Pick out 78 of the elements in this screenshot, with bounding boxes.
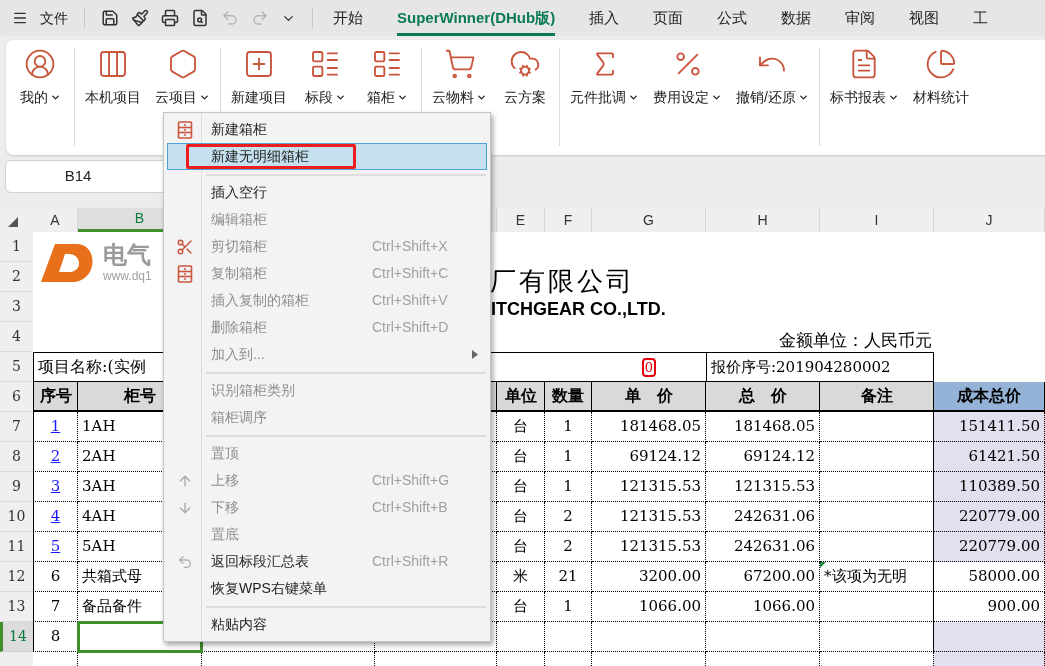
table-cell: 1: [545, 442, 592, 472]
ribbon-tab[interactable]: 数据: [781, 0, 812, 36]
column-heading: 数量: [545, 382, 592, 412]
ribbon-tab[interactable]: 页面: [653, 0, 684, 36]
project-name: 项目名称:(实例: [38, 356, 146, 378]
ribbon-button[interactable]: 费用设定: [649, 48, 726, 146]
ribbon-button[interactable]: 云方案: [497, 48, 553, 146]
table-cell: 121315.53: [592, 532, 706, 562]
company-name-english: ITCHGEAR CO.,LTD.: [491, 298, 666, 321]
table-cell: 1066.00: [706, 592, 820, 622]
table-cell: 21: [545, 562, 592, 592]
table-cell: 8: [33, 622, 78, 652]
table-cell: 242631.06: [706, 532, 820, 562]
ribbon-button[interactable]: 标书报表: [825, 48, 903, 146]
table-cell: 1: [545, 592, 592, 622]
ribbon-tab[interactable]: 工: [973, 0, 989, 36]
company-logo: 电气 www.dq1: [37, 238, 152, 286]
ribbon-button[interactable]: 本机项目: [81, 48, 145, 146]
column-heading: 成本总价: [934, 382, 1045, 412]
table-cell: 台: [497, 592, 545, 622]
table-cell: 121315.53: [592, 502, 706, 532]
table-cell: 58000.00: [934, 562, 1045, 592]
ribbon-tab[interactable]: 插入: [589, 0, 620, 36]
ribbon-tab[interactable]: SuperWinner(DHub版): [397, 0, 556, 36]
table-cell: 1066.00: [592, 592, 706, 622]
table-cell: 台: [497, 532, 545, 562]
table-cell: 1: [33, 412, 78, 442]
ribbon-tab[interactable]: 公式: [717, 0, 748, 36]
table-cell: 220779.00: [934, 532, 1045, 562]
table-cell: 121315.53: [706, 472, 820, 502]
ribbon-tab[interactable]: 视图: [909, 0, 940, 36]
menu-item[interactable]: 新建无明细箱柜: [167, 143, 487, 170]
ribbon-tab[interactable]: 审阅: [845, 0, 876, 36]
table-cell: 5: [33, 532, 78, 562]
ribbon-tab[interactable]: 开始: [333, 0, 363, 36]
table-cell: 台: [497, 502, 545, 532]
quote-number: 报价序号:201904280002: [711, 356, 891, 378]
column-heading: 单 价: [592, 382, 706, 412]
column-heading: 单位: [497, 382, 545, 412]
column-heading: 序号: [33, 382, 78, 412]
table-cell: 7: [33, 592, 78, 622]
table-cell: 69124.12: [706, 442, 820, 472]
table-cell: 1: [545, 412, 592, 442]
table-cell: 151411.50: [934, 412, 1045, 442]
table-cell: 220779.00: [934, 502, 1045, 532]
table-cell: 121315.53: [592, 472, 706, 502]
ribbon-button[interactable]: 我的: [12, 48, 68, 146]
table-cell: 6: [33, 562, 78, 592]
table-cell: 台: [497, 442, 545, 472]
table-cell: 2: [545, 532, 592, 562]
table-cell: 米: [497, 562, 545, 592]
table-cell: *该项为无明: [820, 562, 934, 592]
table-cell: 3: [33, 472, 78, 502]
table-cell: 900.00: [934, 592, 1045, 622]
column-heading: 总 价: [706, 382, 820, 412]
table-cell: 1: [545, 472, 592, 502]
column-heading: 备注: [820, 382, 934, 412]
table-cell: 181468.05: [592, 412, 706, 442]
ribbon-button[interactable]: 元件批调: [566, 48, 643, 146]
table-cell: 242631.06: [706, 502, 820, 532]
table-cell: 2: [33, 442, 78, 472]
table-cell: 61421.50: [934, 442, 1045, 472]
ribbon-button[interactable]: 撤销/还原: [732, 48, 813, 146]
table-cell: 4: [33, 502, 78, 532]
row-header[interactable]: 14: [0, 622, 33, 652]
table-cell: 69124.12: [592, 442, 706, 472]
currency-note: 金额单位：人民币元: [779, 329, 932, 352]
table-cell: 3200.00: [592, 562, 706, 592]
table-cell: 2: [545, 502, 592, 532]
marker-value: 0: [641, 357, 657, 377]
table-cell: 181468.05: [706, 412, 820, 442]
company-name: 厂有限公司: [490, 265, 635, 298]
table-cell: 台: [497, 472, 545, 502]
table-cell: 110389.50: [934, 472, 1045, 502]
file-menu[interactable]: 文件: [40, 7, 68, 29]
table-cell: 台: [497, 412, 545, 442]
table-cell: 67200.00: [706, 562, 820, 592]
ribbon-button[interactable]: 材料统计: [908, 48, 973, 146]
